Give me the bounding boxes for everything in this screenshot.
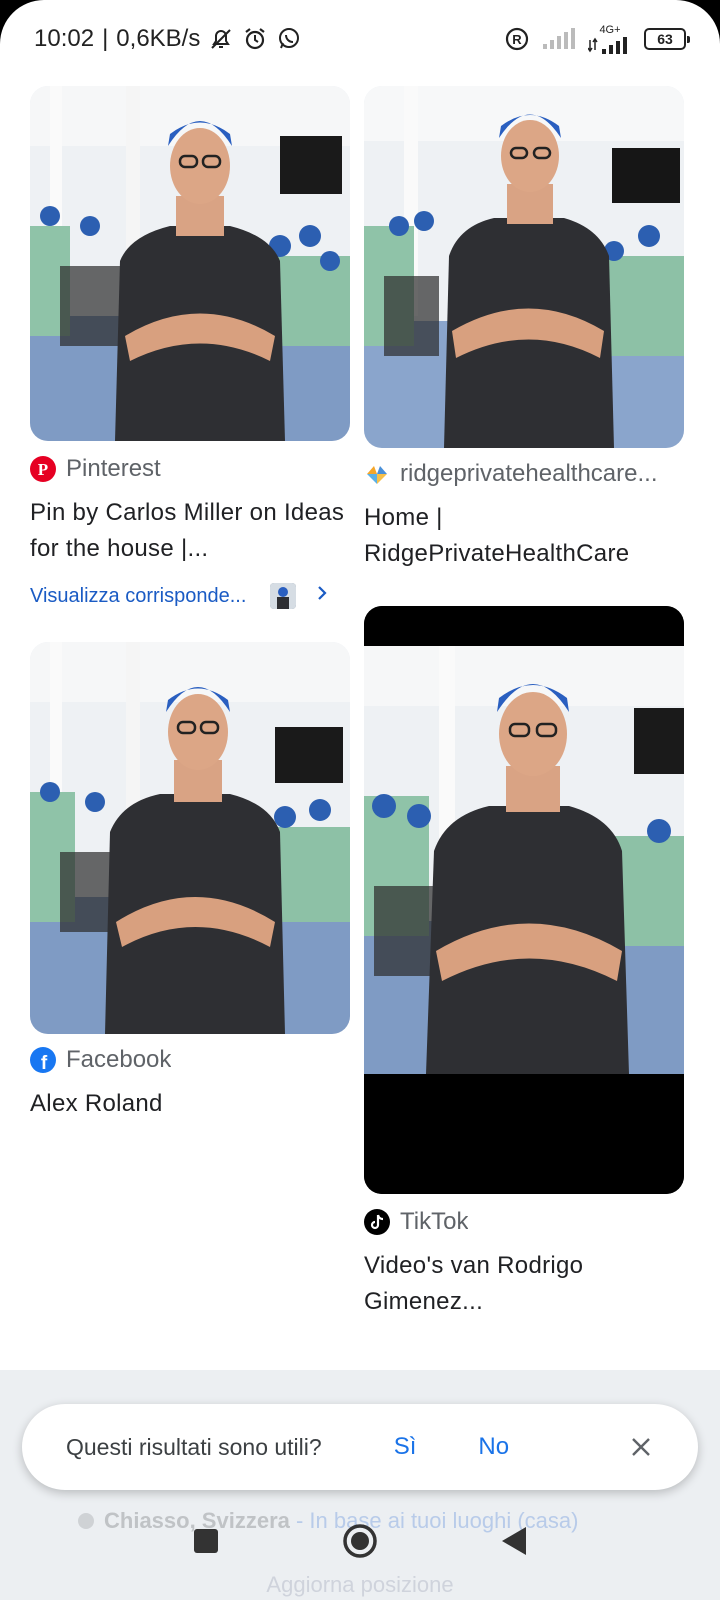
feedback-prompt: Questi risultati sono utili? Sì No xyxy=(22,1404,698,1490)
visual-matches-link[interactable]: Visualizza corrisponde... xyxy=(30,583,350,609)
source-name: TikTok xyxy=(400,1208,469,1235)
surgeon-video-thumbnail xyxy=(364,606,684,1194)
result-title[interactable]: Video's van Rodrigo Gimenez... xyxy=(364,1248,684,1320)
result-card-tiktok[interactable]: TikTok Video's van Rodrigo Gimenez... xyxy=(364,606,684,1320)
registered-icon: R xyxy=(504,26,530,52)
close-icon[interactable] xyxy=(628,1434,654,1460)
match-thumbnail xyxy=(270,583,297,609)
notifications-muted-icon xyxy=(208,26,234,52)
facebook-icon: f xyxy=(30,1047,56,1073)
result-title[interactable]: Home | RidgePrivateHealthCare xyxy=(364,500,684,572)
signal-icon xyxy=(542,26,576,52)
pinterest-icon: P xyxy=(30,456,56,482)
source-name: ridgeprivatehealthcare... xyxy=(400,460,658,487)
visual-matches-label: Visualizza corrisponde... xyxy=(30,584,247,607)
source-name: Pinterest xyxy=(66,455,161,482)
network-type-label: 4G+ xyxy=(599,23,621,36)
feedback-question: Questi risultati sono utili? xyxy=(66,1433,322,1460)
result-source[interactable]: f Facebook xyxy=(30,1046,350,1074)
source-name: Facebook xyxy=(66,1046,172,1073)
result-source[interactable]: P Pinterest xyxy=(30,455,350,483)
feedback-yes-button[interactable]: Sì xyxy=(394,1433,417,1461)
result-image[interactable] xyxy=(364,86,684,448)
surgeon-photo xyxy=(30,86,350,441)
battery-icon: 63 xyxy=(644,28,690,50)
navigation-bar xyxy=(0,1482,720,1600)
whatsapp-icon xyxy=(276,26,302,52)
svg-text:P: P xyxy=(38,460,48,479)
status-speed: 0,6KB/s xyxy=(116,25,201,52)
status-bar: 10:02 | 0,6KB/s R 4G+ 63 xyxy=(0,0,720,78)
ridge-icon xyxy=(364,461,390,487)
feedback-no-button[interactable]: No xyxy=(478,1433,509,1461)
result-source[interactable]: ridgeprivatehealthcare... xyxy=(364,460,684,488)
result-title[interactable]: Pin by Carlos Miller on Ideas for the ho… xyxy=(30,495,350,567)
alarm-icon xyxy=(242,26,268,52)
home-button[interactable] xyxy=(338,1519,382,1563)
result-source[interactable]: TikTok xyxy=(364,1208,684,1236)
result-card-ridge[interactable]: ridgeprivatehealthcare... Home | RidgePr… xyxy=(364,86,684,572)
surgeon-photo xyxy=(364,86,684,448)
result-image[interactable] xyxy=(30,86,350,441)
svg-text:f: f xyxy=(41,1053,48,1073)
battery-level: 63 xyxy=(657,31,673,47)
back-button[interactable] xyxy=(492,1519,536,1563)
result-card-pinterest[interactable]: P Pinterest Pin by Carlos Miller on Idea… xyxy=(30,86,350,609)
recents-button[interactable] xyxy=(184,1519,228,1563)
status-time: 10:02 xyxy=(34,25,95,52)
screen: 10:02 | 0,6KB/s R 4G+ 63 P Pinterest Pin… xyxy=(0,0,720,1600)
status-separator: | xyxy=(102,25,109,52)
result-title[interactable]: Alex Roland xyxy=(30,1086,350,1122)
tiktok-icon xyxy=(364,1209,390,1235)
status-left: 10:02 | 0,6KB/s xyxy=(34,25,302,53)
signal-4g-icon: 4G+ xyxy=(588,23,632,54)
result-card-facebook[interactable]: f Facebook Alex Roland xyxy=(30,642,350,1122)
status-right: R 4G+ 63 xyxy=(504,23,690,54)
chevron-right-icon xyxy=(316,584,328,608)
svg-text:R: R xyxy=(512,32,522,47)
surgeon-photo xyxy=(30,642,350,1034)
result-image[interactable] xyxy=(30,642,350,1034)
result-image[interactable] xyxy=(364,606,684,1194)
